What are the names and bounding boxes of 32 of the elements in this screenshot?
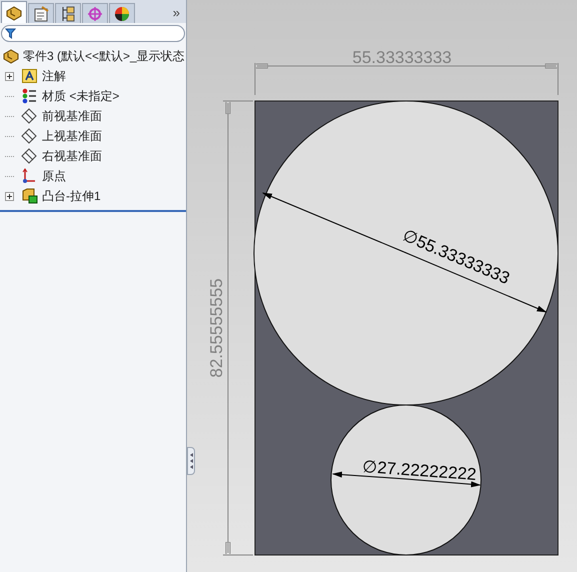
small-diameter-dimension[interactable]: ∅27.22222222 [362,457,478,484]
crosshair-icon [87,6,103,22]
configuration-icon [60,6,76,22]
splitter-handle[interactable] [187,447,195,475]
expand-toggle[interactable] [5,192,14,200]
panel-tab[interactable] [109,3,135,23]
color-ball-icon [114,6,130,22]
tree-item[interactable]: 右视基准面 [42,147,102,165]
part-name[interactable]: 零件3 (默认<<默认>_显示状态 [23,47,185,65]
plane-icon [21,108,37,124]
property-sheet-icon [33,6,49,22]
panel-tab[interactable] [1,1,27,23]
filter-field[interactable] [1,25,185,42]
more-tabs-button[interactable]: » [168,3,184,23]
part-icon [5,4,23,20]
tree-item[interactable]: 注解 [42,67,66,85]
filter-icon [5,28,16,39]
tree-item[interactable]: 前视基准面 [42,107,102,125]
extrude-icon [20,188,38,204]
plane-icon [21,148,37,164]
plane-icon [21,128,37,144]
panel-tab[interactable] [28,3,54,23]
tree-item[interactable]: 上视基准面 [42,127,102,145]
panel-tab[interactable] [55,3,81,23]
material-icon [21,88,37,104]
expand-toggle[interactable] [5,72,14,80]
tree-item[interactable]: 原点 [42,167,66,185]
part-icon [2,48,20,64]
origin-icon [22,168,36,184]
annotation-icon [22,69,36,83]
tree-item[interactable]: 凸台-拉伸1 [42,187,101,205]
tree-item[interactable]: 材质 <未指定> [42,87,120,105]
